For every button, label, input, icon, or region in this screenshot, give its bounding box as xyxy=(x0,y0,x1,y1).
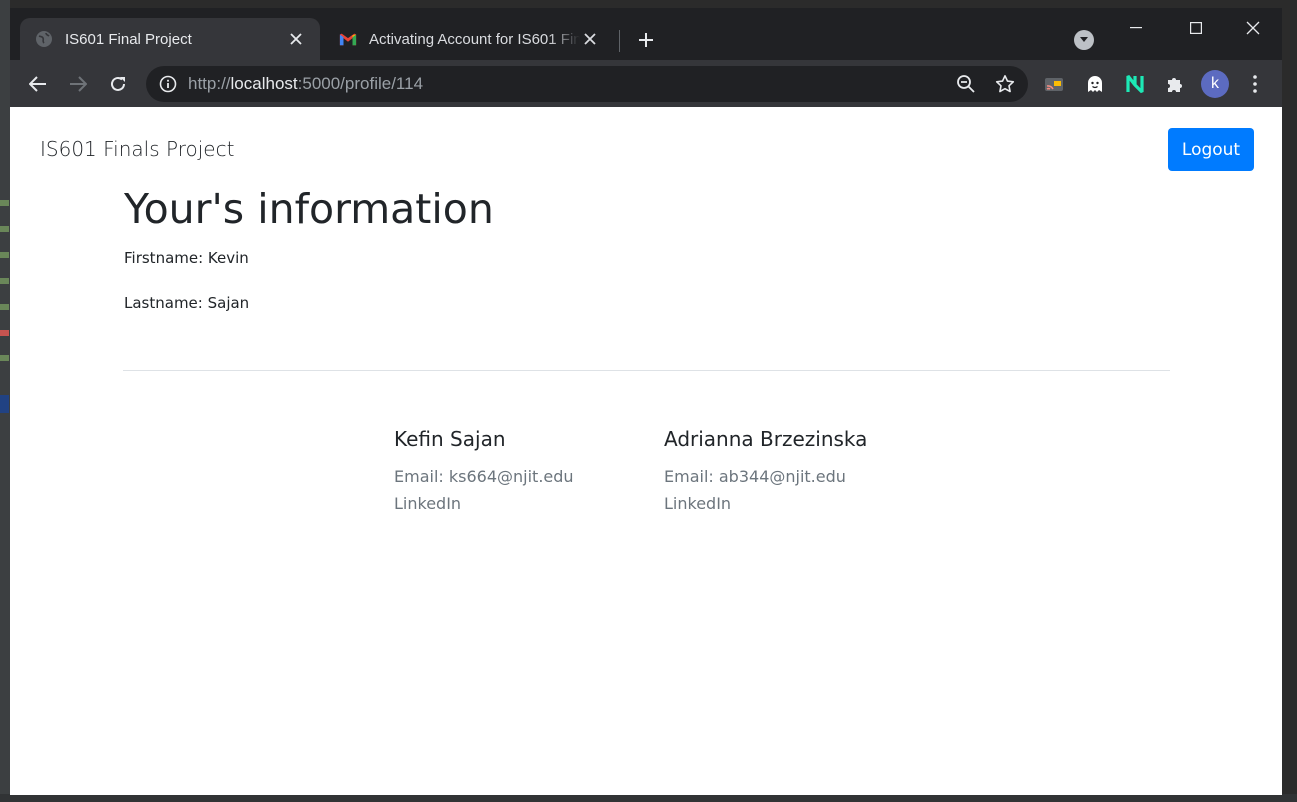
chevron-down-icon xyxy=(1080,37,1088,42)
page-title: Your's information xyxy=(124,185,494,233)
section-divider xyxy=(123,370,1170,371)
minimize-button[interactable] xyxy=(1116,16,1156,40)
kebab-menu-icon[interactable] xyxy=(1243,72,1267,96)
url-text: http://localhost:5000/profile/114 xyxy=(188,74,423,94)
ghost-extension-icon[interactable] xyxy=(1083,72,1107,96)
member-email: Email: ab344@njit.edu xyxy=(664,467,846,486)
bookmark-star-icon[interactable] xyxy=(995,74,1015,94)
extensions-puzzle-icon[interactable] xyxy=(1163,72,1187,96)
tab-gmail-activation[interactable]: Activating Account for IS601 Final Proje… xyxy=(324,18,614,60)
address-bar[interactable]: http://localhost:5000/profile/114 xyxy=(146,66,1028,102)
back-button[interactable] xyxy=(26,72,50,96)
logout-button[interactable]: Logout xyxy=(1168,128,1254,171)
tab-is601-final-project[interactable]: IS601 Final Project xyxy=(20,18,320,60)
tab-search-button[interactable] xyxy=(1074,30,1094,50)
globe-icon xyxy=(35,30,53,48)
browser-toolbar: http://localhost:5000/profile/114 k xyxy=(10,60,1282,107)
member-name: Kefin Sajan xyxy=(394,427,506,451)
background-taskbar xyxy=(0,794,1297,802)
page-viewport: IS601 Finals Project Logout Your's infor… xyxy=(10,107,1282,795)
reload-button[interactable] xyxy=(106,72,130,96)
member-name: Adrianna Brzezinska xyxy=(664,427,868,451)
cast-extension-icon[interactable] xyxy=(1042,72,1066,96)
close-window-button[interactable] xyxy=(1233,16,1273,40)
tab-strip: IS601 Final Project Activating Account f… xyxy=(10,8,1282,60)
lastname-text: Lastname: Sajan xyxy=(124,294,250,312)
site-info-icon[interactable] xyxy=(158,74,178,94)
tab-title: Activating Account for IS601 Final Proje… xyxy=(369,30,580,48)
url-path: :5000/profile/114 xyxy=(297,74,424,93)
gmail-icon xyxy=(339,30,357,48)
firstname-text: Firstname: Kevin xyxy=(124,249,249,267)
forward-button[interactable] xyxy=(66,72,90,96)
browser-window: IS601 Final Project Activating Account f… xyxy=(10,8,1282,795)
tab-separator xyxy=(619,30,620,52)
maximize-button[interactable] xyxy=(1176,16,1216,40)
team-member-card: Kefin Sajan Email: ks664@njit.edu Linked… xyxy=(394,427,574,517)
member-email: Email: ks664@njit.edu xyxy=(394,467,574,486)
url-host: localhost xyxy=(230,74,298,93)
zoom-icon[interactable] xyxy=(956,74,976,94)
profile-avatar[interactable]: k xyxy=(1201,70,1229,98)
close-tab-icon[interactable] xyxy=(286,29,306,49)
new-tab-button[interactable] xyxy=(632,28,660,52)
reload-icon xyxy=(111,76,125,91)
linkedin-link[interactable]: LinkedIn xyxy=(394,490,574,517)
navbar-brand[interactable]: IS601 Finals Project xyxy=(40,137,234,161)
team-member-card: Adrianna Brzezinska Email: ab344@njit.ed… xyxy=(664,427,867,517)
background-ide-strip-right xyxy=(1282,0,1297,802)
background-ide-strip xyxy=(0,0,10,802)
tab-title: IS601 Final Project xyxy=(65,30,192,48)
arrow-right-icon xyxy=(70,76,87,92)
n-extension-icon[interactable] xyxy=(1123,72,1147,96)
linkedin-link[interactable]: LinkedIn xyxy=(664,490,867,517)
arrow-left-icon xyxy=(29,76,46,92)
url-scheme: http:// xyxy=(188,74,231,93)
close-tab-icon[interactable] xyxy=(580,29,600,49)
